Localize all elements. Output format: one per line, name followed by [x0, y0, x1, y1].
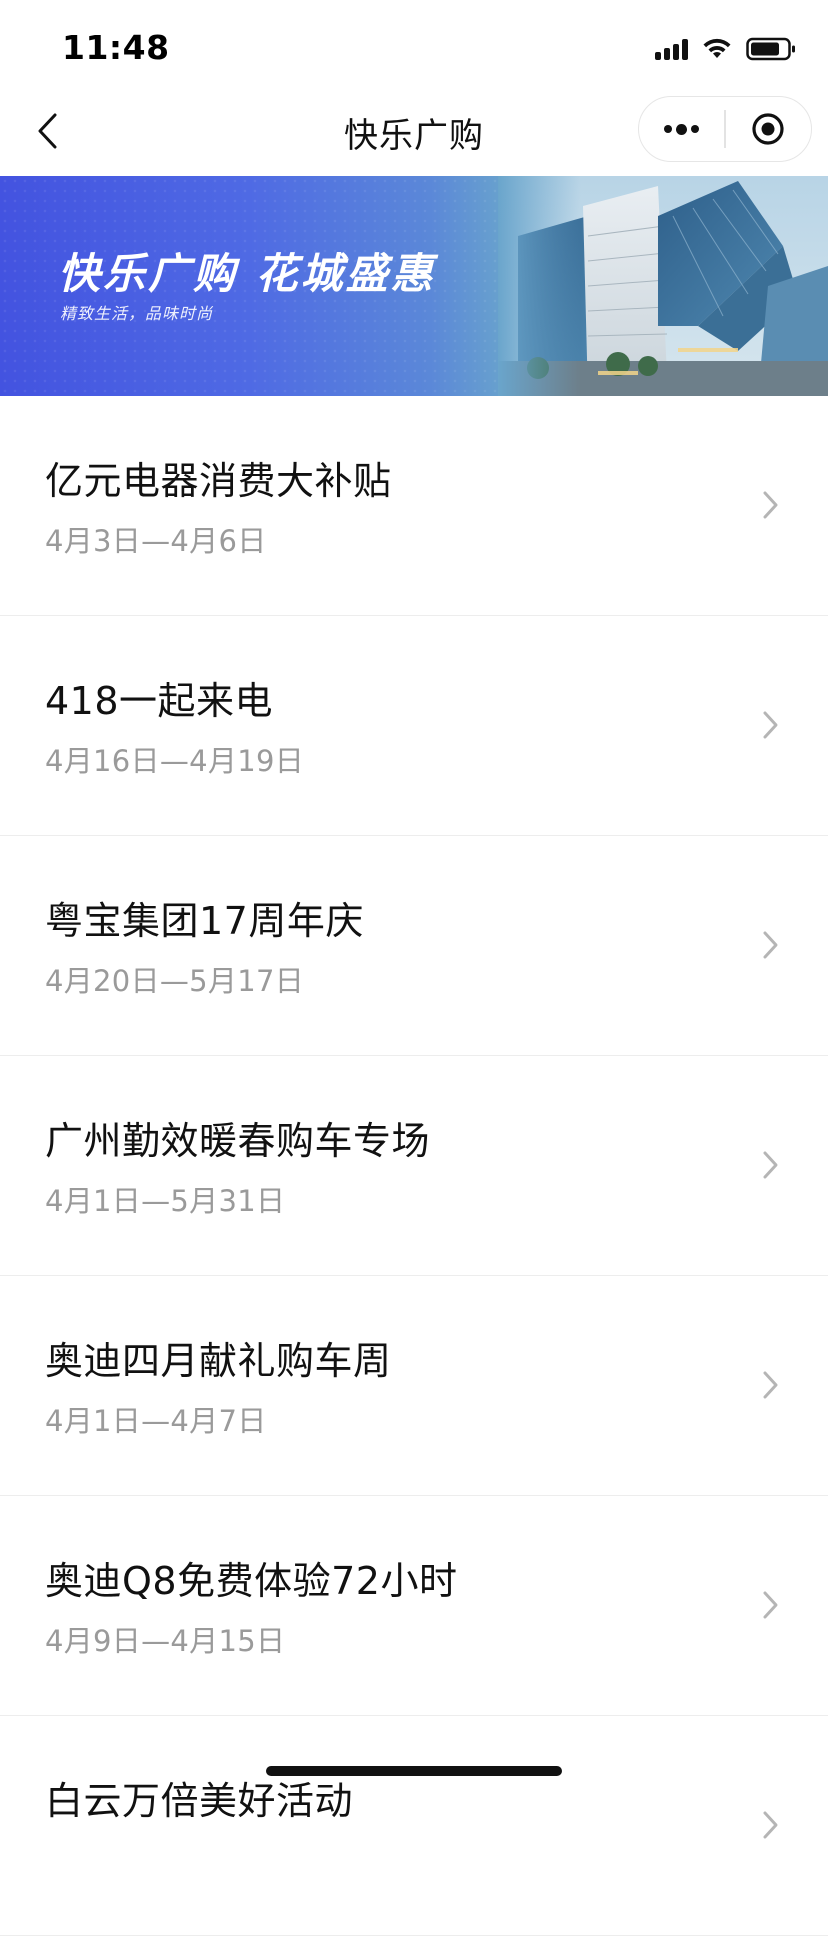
event-title: 粤宝集团17周年庆 [45, 899, 364, 943]
event-title: 奥迪四月献礼购车周 [45, 1339, 392, 1383]
cellular-signal-icon [655, 38, 688, 60]
banner-subtitle: 精致生活，品味时尚 [60, 304, 214, 323]
list-item[interactable]: 奥迪Q8免费体验72小时 4月9日—4月15日 [0, 1496, 828, 1716]
list-item[interactable]: 418一起来电 4月16日—4月19日 [0, 616, 828, 836]
event-date: 4月1日—5月31日 [45, 1184, 286, 1218]
event-list: 亿元电器消费大补贴 4月3日—4月6日 418一起来电 4月16日—4月19日 … [0, 396, 828, 1936]
status-time: 11:48 [62, 28, 170, 67]
event-date: 4月20日—5月17日 [45, 964, 305, 998]
list-item[interactable]: 亿元电器消费大补贴 4月3日—4月6日 [0, 396, 828, 616]
event-date: 4月9日—4月15日 [45, 1624, 286, 1658]
chevron-right-icon [763, 1811, 778, 1839]
chevron-right-icon [763, 711, 778, 739]
event-title: 418一起来电 [45, 679, 274, 723]
nav-bar: 快乐广购 [0, 88, 828, 176]
building-illustration [498, 176, 828, 396]
list-item[interactable]: 白云万倍美好活动 [0, 1716, 828, 1936]
chevron-right-icon [763, 491, 778, 519]
event-title: 广州勤效暖春购车专场 [45, 1119, 431, 1163]
chevron-right-icon [763, 1151, 778, 1179]
list-item[interactable]: 广州勤效暖春购车专场 4月1日—5月31日 [0, 1056, 828, 1276]
target-icon [752, 113, 784, 145]
more-button[interactable] [639, 96, 724, 162]
capsule-menu [638, 96, 812, 162]
battery-icon [746, 37, 795, 61]
list-item[interactable]: 粤宝集团17周年庆 4月20日—5月17日 [0, 836, 828, 1056]
promo-banner[interactable]: 快乐广购 花城盛惠 精致生活，品味时尚 [0, 176, 828, 396]
event-date: 4月16日—4月19日 [45, 744, 305, 778]
chevron-right-icon [763, 931, 778, 959]
more-dots-icon [662, 123, 701, 135]
status-bar: 11:48 [0, 0, 828, 88]
home-indicator[interactable] [266, 1766, 562, 1776]
event-date: 4月1日—4月7日 [45, 1404, 267, 1438]
list-item[interactable]: 奥迪四月献礼购车周 4月1日—4月7日 [0, 1276, 828, 1496]
event-title: 亿元电器消费大补贴 [45, 459, 392, 503]
wifi-icon [703, 38, 731, 58]
banner-title: 快乐广购 花城盛惠 [58, 249, 436, 298]
chevron-right-icon [763, 1591, 778, 1619]
close-miniprogram-button[interactable] [726, 96, 811, 162]
chevron-right-icon [763, 1371, 778, 1399]
event-title: 奥迪Q8免费体验72小时 [45, 1559, 458, 1603]
status-icons [655, 34, 796, 64]
event-title: 白云万倍美好活动 [45, 1779, 354, 1823]
event-date: 4月3日—4月6日 [45, 524, 267, 558]
